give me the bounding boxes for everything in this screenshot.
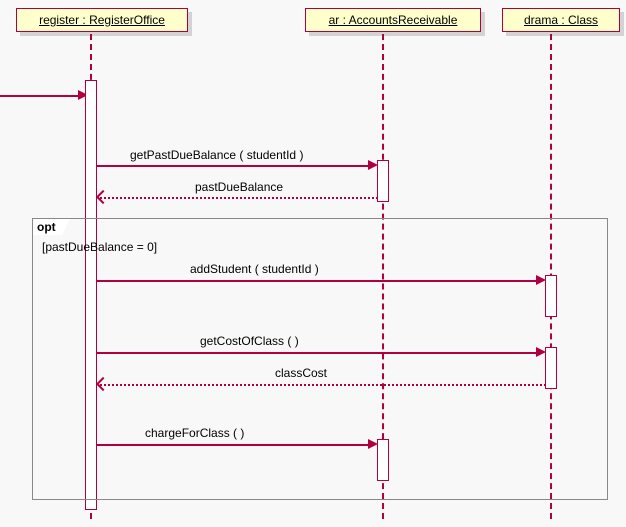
message-label: chargeForClass ( ) xyxy=(145,426,244,440)
message-arrow xyxy=(96,280,538,282)
return-arrow xyxy=(100,197,378,199)
fragment-operator: opt xyxy=(32,218,62,235)
message-label: getCostOfClass ( ) xyxy=(200,334,299,348)
activation-drama-1 xyxy=(545,275,557,317)
return-arrow xyxy=(100,384,546,386)
message-arrow xyxy=(96,444,370,446)
lifeline-head-register: register : RegisterOffice xyxy=(16,8,188,32)
message-arrow xyxy=(96,352,538,354)
activation-drama-2 xyxy=(545,347,557,389)
found-message-arrow xyxy=(0,95,80,97)
message-label: pastDueBalance xyxy=(195,180,283,194)
sequence-diagram: register : RegisterOffice ar : AccountsR… xyxy=(0,0,626,527)
activation-ar-1 xyxy=(377,160,389,202)
fragment-guard: [pastDueBalance = 0] xyxy=(42,240,157,254)
lifeline-label: register : RegisterOffice xyxy=(39,13,165,27)
arrow-head-icon xyxy=(96,190,110,204)
activation-ar-2 xyxy=(377,439,389,481)
lifeline-label: drama : Class xyxy=(524,13,598,27)
lifeline-head-drama: drama : Class xyxy=(502,8,620,32)
lifeline-label: ar : AccountsReceivable xyxy=(329,13,458,27)
message-arrow xyxy=(96,165,370,167)
fragment-operator-text: opt xyxy=(37,220,56,234)
fragment-opt: opt xyxy=(32,218,608,500)
message-label: classCost xyxy=(275,366,327,380)
message-label: addStudent ( studentId ) xyxy=(190,262,319,276)
message-label: getPastDueBalance ( studentId ) xyxy=(130,148,303,162)
lifeline-head-ar: ar : AccountsReceivable xyxy=(305,8,481,32)
